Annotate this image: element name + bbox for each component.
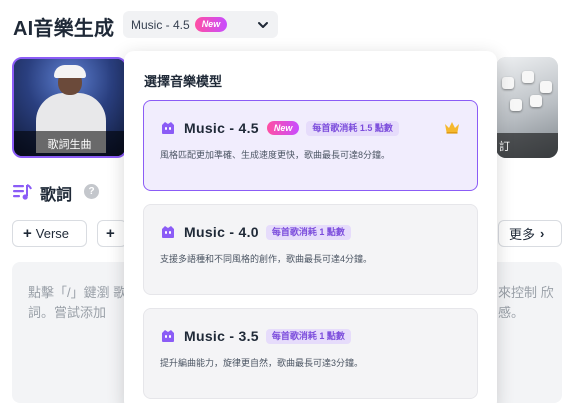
cost-badge: 每首歌消耗 1 點數 (265, 328, 351, 344)
new-badge: New (194, 17, 228, 32)
page-title: AI音樂生成 (13, 18, 115, 40)
plus-icon: + (106, 225, 115, 242)
mode-card-label: 訂 (496, 133, 558, 158)
model-select-label: Music - 4.5 (131, 17, 190, 32)
model-icon (162, 226, 174, 238)
lyrics-placeholder: 點擊「/」鍵瀏 歌詞。嘗試添加 (28, 285, 127, 320)
model-option-4-5[interactable]: Music - 4.5 New 每首歌消耗 1.5 點數 風格匹配更加準確、生成… (143, 100, 478, 191)
model-select[interactable]: Music - 4.5 New (123, 11, 278, 38)
cost-badge: 每首歌消耗 1 點數 (265, 224, 351, 240)
mode-card-mixer[interactable]: 訂 (496, 57, 558, 158)
music-list-icon (13, 184, 32, 200)
more-button[interactable]: 更多 › (498, 220, 562, 247)
plus-icon: + (23, 225, 32, 242)
cost-badge: 每首歌消耗 1.5 點數 (306, 120, 399, 136)
crown-icon (445, 122, 459, 134)
add-section-button[interactable]: + (97, 220, 127, 247)
model-icon (162, 122, 174, 134)
more-label: 更多 (509, 227, 536, 242)
chevron-right-icon: › (540, 226, 545, 241)
model-option-desc: 支援多語種和不同風格的創作，歌曲最長可達4分鐘。 (160, 254, 373, 264)
model-option-3-5[interactable]: Music - 3.5 每首歌消耗 1 點數 提升編曲能力，旋律更自然，歌曲最長… (143, 308, 478, 399)
model-option-4-0[interactable]: Music - 4.0 每首歌消耗 1 點數 支援多語種和不同風格的創作，歌曲最… (143, 204, 478, 295)
new-badge: New (266, 121, 300, 135)
model-option-name: Music - 3.5 (184, 328, 259, 344)
model-dropdown: 選擇音樂模型 Music - 4.5 New 每首歌消耗 1.5 點數 風格匹配… (124, 51, 497, 403)
add-verse-label: Verse (35, 226, 70, 241)
mode-card-lyrics-to-song[interactable]: 歌詞生曲 (12, 57, 127, 158)
model-option-name: Music - 4.5 (184, 120, 259, 136)
chevron-down-icon (258, 21, 268, 28)
model-option-desc: 提升編曲能力，旋律更自然，歌曲最長可達3分鐘。 (160, 358, 364, 368)
dropdown-title: 選擇音樂模型 (144, 74, 223, 89)
model-option-name: Music - 4.0 (184, 224, 259, 240)
model-icon (162, 330, 174, 342)
lyrics-placeholder-right: 來控制 欣感。 (498, 285, 554, 320)
mode-card-label: 歌詞生曲 (14, 131, 125, 156)
model-option-desc: 風格匹配更加準確、生成速度更快，歌曲最長可達8分鐘。 (160, 150, 391, 160)
add-verse-button[interactable]: + Verse (12, 220, 87, 247)
lyrics-heading: 歌詞 (40, 187, 73, 204)
help-icon[interactable]: ? (84, 184, 99, 199)
